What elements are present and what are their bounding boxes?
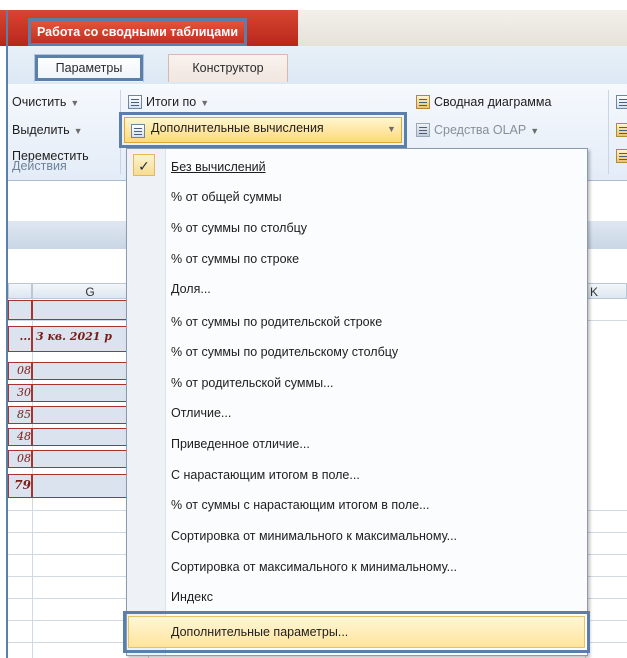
chevron-down-icon: ▼ bbox=[387, 124, 396, 134]
table-plus-icon[interactable] bbox=[616, 120, 627, 140]
pivot-chart-button[interactable]: Сводная диаграмма bbox=[416, 92, 551, 112]
tab-options[interactable]: Параметры bbox=[34, 54, 144, 82]
summarize-label: Итоги по bbox=[146, 95, 197, 109]
actions-group-label: Действия bbox=[12, 159, 67, 173]
pivot-cell[interactable]: ... bbox=[8, 326, 32, 352]
column-header-partial[interactable] bbox=[8, 283, 32, 299]
show-values-as-button[interactable]: Дополнительные вычисления ▼ bbox=[119, 112, 407, 148]
show-values-label: Дополнительные вычисления bbox=[151, 121, 324, 135]
clear-label: Очистить bbox=[12, 95, 67, 109]
menu-item-percent-of-grand-total[interactable]: % от общей суммы bbox=[171, 184, 282, 210]
column-header-k[interactable]: K bbox=[585, 283, 627, 299]
menu-item-index[interactable]: Индекс bbox=[171, 584, 213, 610]
menu-item-percent-of-row-total[interactable]: % от суммы по строке bbox=[171, 246, 299, 272]
olap-tools-icon bbox=[416, 123, 430, 137]
pivot-grand-total-cell[interactable]: 79 bbox=[8, 474, 32, 498]
menu-item-running-total-in[interactable]: С нарастающим итогом в поле... bbox=[171, 462, 360, 488]
pivot-cell-header-blank[interactable] bbox=[8, 300, 32, 320]
menu-item-rank-smallest-to-largest[interactable]: Сортировка от минимального к максимально… bbox=[171, 523, 457, 549]
menu-item-percent-of-column-total[interactable]: % от суммы по столбцу bbox=[171, 215, 307, 241]
menu-item-percent-running-total-in[interactable]: % от суммы с нарастающим итогом в поле..… bbox=[171, 492, 430, 518]
tab-design[interactable]: Конструктор bbox=[168, 54, 288, 82]
select-label: Выделить bbox=[12, 123, 70, 137]
menu-item-difference-from[interactable]: Отличие... bbox=[171, 400, 231, 426]
menu-item-more-options[interactable]: Дополнительные параметры... bbox=[171, 619, 348, 645]
menu-item-rank-largest-to-smallest[interactable]: Сортировка от максимального к минимально… bbox=[171, 554, 457, 580]
olap-tools-button[interactable]: Средства OLAP ▼ bbox=[416, 120, 539, 140]
pivot-table-tools-context-tab[interactable]: Работа со сводными таблицами bbox=[27, 18, 248, 46]
show-values-as-menu: ✓ Без вычислений % от общей суммы % от с… bbox=[123, 148, 590, 656]
group-separator bbox=[120, 90, 121, 174]
menu-gutter bbox=[127, 149, 166, 655]
select-button[interactable]: Выделить ▼ bbox=[12, 120, 83, 140]
pivot-cell[interactable]: 08 bbox=[8, 450, 32, 468]
menu-item-percent-of[interactable]: Доля... bbox=[171, 276, 211, 302]
list-icon[interactable] bbox=[616, 92, 627, 112]
chevron-down-icon: ▼ bbox=[73, 126, 83, 136]
menu-item-percent-of-parent-column[interactable]: % от суммы по родительскому столбцу bbox=[171, 339, 398, 365]
pivot-cell[interactable]: 85 bbox=[8, 406, 32, 424]
pivot-cell[interactable]: 08 bbox=[8, 362, 32, 380]
grid-icon[interactable] bbox=[616, 146, 627, 166]
chevron-down-icon: ▼ bbox=[530, 126, 540, 136]
summarize-by-button[interactable]: Итоги по ▼ bbox=[128, 92, 209, 112]
chevron-down-icon: ▼ bbox=[70, 98, 80, 108]
menu-item-percent-of-parent-total[interactable]: % от родительской суммы... bbox=[171, 370, 334, 396]
clear-button[interactable]: Очистить ▼ bbox=[12, 92, 79, 112]
group-separator bbox=[608, 90, 609, 174]
pivot-cell[interactable]: 30 bbox=[8, 384, 32, 402]
menu-item-percent-of-parent-row[interactable]: % от суммы по родительской строке bbox=[171, 309, 382, 335]
ribbon-tab-row: Параметры Конструктор bbox=[8, 46, 627, 85]
pivot-chart-label: Сводная диаграмма bbox=[434, 95, 552, 109]
menu-item-percent-difference-from[interactable]: Приведенное отличие... bbox=[171, 431, 310, 457]
olap-tools-label: Средства OLAP bbox=[434, 123, 527, 137]
show-values-icon bbox=[131, 124, 145, 138]
summarize-icon bbox=[128, 95, 142, 109]
checkmark-icon: ✓ bbox=[133, 154, 155, 176]
chevron-down-icon: ▼ bbox=[200, 98, 210, 108]
pivot-chart-icon bbox=[416, 95, 430, 109]
menu-item-no-calculation[interactable]: Без вычислений bbox=[171, 154, 266, 180]
pivot-cell[interactable]: 48 bbox=[8, 428, 32, 446]
